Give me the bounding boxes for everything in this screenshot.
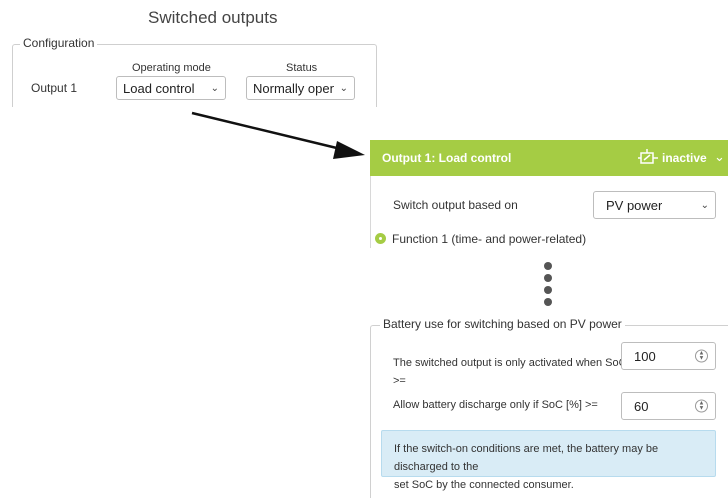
output-panel-title: Output 1: Load control: [382, 151, 512, 165]
function-1-label: Function 1 (time- and power-related): [392, 232, 587, 246]
soc-activate-input[interactable]: 100 ▲ ▼: [621, 342, 716, 370]
switch-based-on-label: Switch output based on: [393, 198, 518, 212]
info-line-1: If the switch-on conditions are met, the…: [394, 443, 659, 473]
soc-activate-value: 100: [634, 348, 656, 364]
vertical-ellipsis-icon: [544, 262, 554, 312]
output-status-label: inactive: [662, 151, 707, 165]
spinner-icon[interactable]: ▲ ▼: [695, 349, 708, 363]
discharge-value: 60: [634, 398, 649, 414]
switch-based-on-select[interactable]: PV power ⌄: [593, 191, 716, 219]
info-message: If the switch-on conditions are met, the…: [381, 430, 716, 491]
info-line-2: set SoC by the connected consumer.: [394, 479, 574, 491]
spinner-icon[interactable]: ▲ ▼: [695, 399, 708, 413]
soc-activate-label-line1: The switched output is only activated wh…: [393, 357, 646, 369]
chevron-down-icon[interactable]: ⌄: [714, 149, 725, 165]
discharge-input[interactable]: 60 ▲ ▼: [621, 392, 716, 420]
discharge-label: Allow battery discharge only if SoC [%] …: [393, 399, 598, 411]
output-panel-header[interactable]: Output 1: Load control inactive ⌄: [370, 140, 728, 176]
battery-legend: Battery use for switching based on PV po…: [380, 317, 625, 331]
chevron-down-icon: ⌄: [700, 199, 709, 211]
function-1-radio[interactable]: [375, 233, 386, 244]
relay-switch-icon: [638, 149, 658, 172]
switch-based-on-value: PV power: [606, 197, 663, 213]
soc-activate-label-line2: >=: [393, 375, 406, 387]
